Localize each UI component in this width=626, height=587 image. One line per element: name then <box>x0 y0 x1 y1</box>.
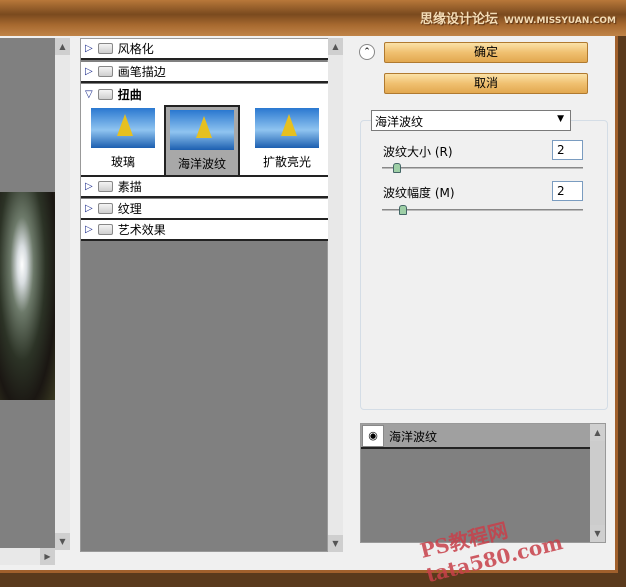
scroll-up-icon[interactable]: ▲ <box>328 38 343 55</box>
category-label: 素描 <box>117 180 142 194</box>
filter-select[interactable]: 海洋波纹 ▼ <box>371 110 571 131</box>
folder-icon <box>97 181 113 192</box>
expand-icon: ▷ <box>85 66 93 77</box>
open-folder-icon <box>97 89 113 100</box>
preview-image <box>0 192 55 400</box>
effect-layer-row[interactable]: ◉ 海洋波纹 <box>361 424 591 449</box>
category-label: 画笔描边 <box>117 65 166 79</box>
preview-vscrollbar[interactable]: ▲ ▼ <box>55 38 70 550</box>
thumb-label: 玻璃 <box>110 155 135 169</box>
filter-list-scrollbar[interactable]: ▲ ▼ <box>328 38 343 552</box>
watermark-text: 思缘设计论坛 <box>419 12 498 27</box>
ripple-magnitude-label: 波纹幅度 (M) <box>383 186 455 200</box>
thumbnail-image <box>170 110 234 150</box>
thumbnail-image <box>255 108 319 148</box>
category-sketch[interactable]: ▷ 素描 <box>81 177 328 198</box>
category-distort[interactable]: ▽ 扭曲 <box>81 84 328 105</box>
filter-select-value: 海洋波纹 <box>375 115 424 129</box>
expand-icon: ▷ <box>85 203 93 214</box>
scroll-down-icon[interactable]: ▼ <box>328 535 343 552</box>
expand-icon: ▷ <box>85 43 93 54</box>
filter-thumb-diffuse-glow[interactable]: 扩散亮光 <box>249 105 325 177</box>
collapse-icon: ▽ <box>85 89 93 100</box>
ripple-magnitude-slider[interactable] <box>382 209 583 211</box>
watermark-top: 思缘设计论坛 WWW.MISSYUAN.COM <box>420 8 616 27</box>
scroll-up-icon[interactable]: ▲ <box>55 38 70 55</box>
folder-icon <box>97 224 113 235</box>
thumb-label: 扩散亮光 <box>262 155 311 169</box>
category-artistic[interactable]: ▷ 艺术效果 <box>81 220 328 241</box>
folder-icon <box>97 43 113 54</box>
slider-handle[interactable] <box>393 163 401 173</box>
ripple-magnitude-input[interactable]: 2 <box>552 181 583 201</box>
category-label: 纹理 <box>117 202 142 216</box>
ripple-size-slider[interactable] <box>382 167 583 169</box>
cancel-button[interactable]: 取消 <box>384 73 588 94</box>
filter-list: ▷ 风格化 ▷ 画笔描边 ▽ 扭曲 玻璃 海洋波纹 扩散亮光 ▷ 素描 ▷ 纹理 ▷ 艺术效… <box>80 38 328 552</box>
watermark-url: WWW.MISSYUAN.COM <box>503 16 616 26</box>
category-texture[interactable]: ▷ 纹理 <box>81 199 328 220</box>
ripple-size-input[interactable]: 2 <box>552 140 583 160</box>
category-label: 艺术效果 <box>117 223 166 237</box>
category-label: 扭曲 <box>117 88 142 102</box>
preview-area[interactable] <box>0 38 55 548</box>
title-bar: 思缘设计论坛 WWW.MISSYUAN.COM <box>0 0 626 36</box>
thumbnail-image <box>91 108 155 148</box>
category-stylize[interactable]: ▷ 风格化 <box>81 39 328 60</box>
folder-icon <box>97 203 113 214</box>
thumb-label: 海洋波纹 <box>177 157 226 171</box>
ok-button[interactable]: 确定 <box>384 42 588 63</box>
expand-icon: ▷ <box>85 181 93 192</box>
scroll-up-icon[interactable]: ▲ <box>590 424 605 441</box>
ripple-size-label: 波纹大小 (R) <box>383 145 453 159</box>
eye-icon[interactable]: ◉ <box>362 425 384 447</box>
thumbnail-grid: 玻璃 海洋波纹 扩散亮光 <box>81 105 328 177</box>
slider-handle[interactable] <box>399 205 407 215</box>
layer-name: 海洋波纹 <box>389 430 438 444</box>
chevron-down-icon: ▼ <box>557 114 564 124</box>
scroll-down-icon[interactable]: ▼ <box>55 533 70 550</box>
expand-icon: ▷ <box>85 224 93 235</box>
scroll-right-icon[interactable]: ▶ <box>40 548 55 565</box>
folder-icon <box>97 66 113 77</box>
collapse-gallery-button[interactable]: ⌃ <box>359 44 375 60</box>
filter-thumb-ocean-ripple[interactable]: 海洋波纹 <box>164 105 240 177</box>
category-label: 风格化 <box>117 42 154 56</box>
category-brush-strokes[interactable]: ▷ 画笔描边 <box>81 62 328 83</box>
preview-hscrollbar[interactable]: ▶ <box>0 548 55 565</box>
filter-thumb-glass[interactable]: 玻璃 <box>85 105 161 177</box>
